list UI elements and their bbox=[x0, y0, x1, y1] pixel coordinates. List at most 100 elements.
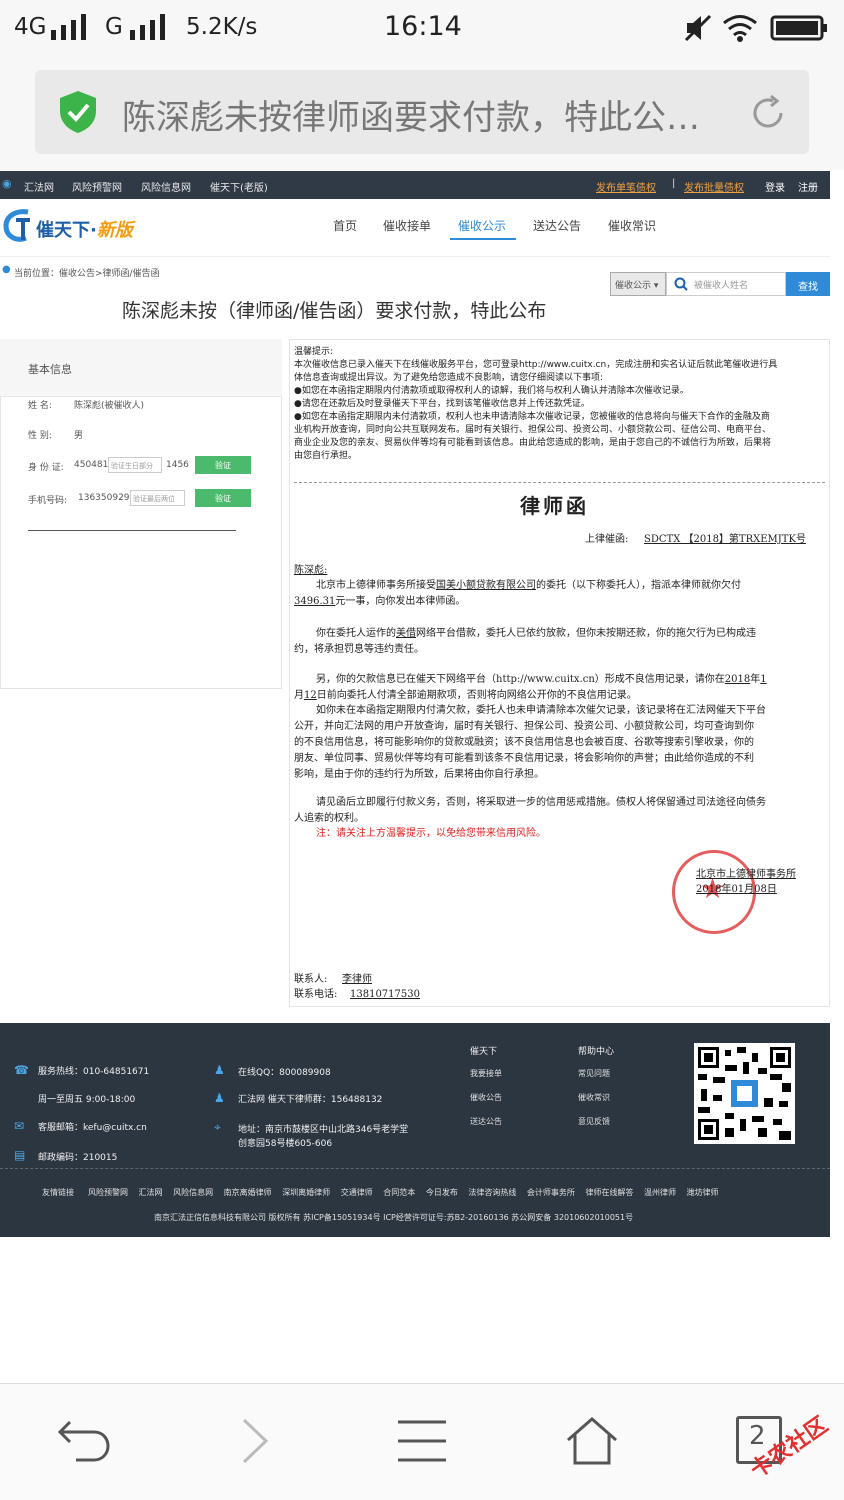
phone-icon: ☎ bbox=[14, 1063, 29, 1077]
footer-group: 汇法网 催天下律师群：156488132 bbox=[238, 1095, 383, 1105]
search-icon bbox=[674, 277, 688, 291]
battery-icon bbox=[770, 15, 827, 41]
footer-address-2: 创意园58号楼605-606 bbox=[238, 1139, 333, 1149]
qr-code-icon bbox=[698, 1047, 791, 1140]
letter-paragraph-4: 如你未在本函指定期限内付清欠款，委托人也未申请清除本次催欠记录，该记录将在汇法网… bbox=[294, 705, 766, 780]
dotted-divider bbox=[294, 482, 825, 483]
friend-link[interactable]: 温州律师 bbox=[644, 1188, 676, 1197]
nav-home[interactable]: 首页 bbox=[333, 217, 357, 234]
notice-line: 业机构开放查询，同时向公共互联网发布。届时有关银行、担保公司、投资公司、小额贷款… bbox=[294, 425, 772, 435]
name-label: 姓 名: bbox=[28, 401, 52, 411]
friend-link[interactable]: 南京离婚律师 bbox=[224, 1188, 272, 1197]
notice-line: ●如您在本函指定期限内未付清款项，权利人也未申请清除本次催收记录，您被催收的信息… bbox=[294, 412, 770, 422]
footer-qq: 在线QQ：800089908 bbox=[238, 1068, 331, 1078]
friend-links: 风险预警网 汇法网 风险信息网 南京离婚律师 深圳离婚律师 交通律师 合同范本 … bbox=[88, 1187, 828, 1198]
basic-info-title: 基本信息 bbox=[28, 363, 72, 376]
friend-link[interactable]: 深圳离婚律师 bbox=[282, 1188, 330, 1197]
footer-link-take-order[interactable]: 我要接单 bbox=[470, 1068, 502, 1079]
home-icon[interactable] bbox=[564, 1416, 620, 1466]
friend-link[interactable]: 今日发布 bbox=[426, 1188, 458, 1197]
friend-link[interactable]: 风险预警网 bbox=[88, 1188, 128, 1197]
friend-link[interactable]: 风险信息网 bbox=[173, 1188, 213, 1197]
notice-heading: 温馨提示: bbox=[294, 347, 334, 357]
id-birthday-input[interactable]: 验证生日部分 bbox=[108, 457, 162, 473]
friend-link[interactable]: 潍坊律师 bbox=[687, 1188, 719, 1197]
reload-icon[interactable] bbox=[749, 94, 787, 132]
friend-link[interactable]: 律师在线解答 bbox=[585, 1188, 633, 1197]
divider bbox=[28, 530, 236, 531]
friend-link[interactable]: 合同范本 bbox=[383, 1188, 415, 1197]
friend-link[interactable]: 交通律师 bbox=[341, 1188, 373, 1197]
menu-icon[interactable] bbox=[396, 1418, 448, 1464]
letter-paragraph-2: 你在委托人运作的美借网络平台借款，委托人已依约放款，但你未按期还款，你的拖欠行为… bbox=[294, 628, 756, 655]
wifi-icon bbox=[723, 15, 757, 42]
footer-hotline: 服务热线：010-64851671 bbox=[38, 1067, 150, 1077]
qq-group-icon: ♟ bbox=[214, 1091, 225, 1105]
globe-icon: ◉ bbox=[2, 177, 12, 190]
letter-date: 2018年01月08日 bbox=[696, 884, 777, 895]
id-prefix: 450481 bbox=[74, 460, 109, 470]
network-type-2: G bbox=[105, 14, 123, 40]
qr-code-icon bbox=[694, 1043, 795, 1144]
page-url-title[interactable]: 陈深彪未按律师函要求付款，特此公… bbox=[122, 90, 732, 139]
logo-icon[interactable] bbox=[2, 208, 34, 244]
publish-batch-link[interactable]: 发布批量债权 bbox=[684, 179, 744, 194]
nav-collection-orders[interactable]: 催收接单 bbox=[383, 217, 431, 234]
top-link-risk-info[interactable]: 风险信息网 bbox=[141, 179, 191, 194]
qq-icon: ♟ bbox=[214, 1063, 225, 1077]
top-link-risk-warning[interactable]: 风险预警网 bbox=[72, 179, 122, 194]
footer-link-collection-notice[interactable]: 催收公告 bbox=[470, 1092, 502, 1103]
id-suffix: 1456 bbox=[166, 460, 189, 470]
nav-collection-notice[interactable]: 催收公示 bbox=[458, 217, 506, 234]
location-pin-icon: ● bbox=[2, 264, 11, 275]
login-link[interactable]: 登录 bbox=[765, 179, 785, 194]
footer-col2-title: 帮助中心 bbox=[578, 1047, 615, 1057]
register-link[interactable]: 注册 bbox=[798, 179, 818, 194]
notice-line: ●请您在还款后及时登录催天下平台，找到该笔催收信息并上传还款凭证。 bbox=[294, 399, 590, 409]
footer-zipcode: 邮政编码：210015 bbox=[38, 1153, 118, 1163]
footer-link-knowledge[interactable]: 催收常识 bbox=[578, 1092, 610, 1103]
footer-email: 客服邮箱：kefu@cuitx.cn bbox=[38, 1123, 147, 1133]
notice-line: 本次催收信息已录入催天下在线催收服务平台，您可登录http://www.cuit… bbox=[294, 360, 778, 370]
phone-label: 手机号码: bbox=[28, 496, 68, 506]
friend-link[interactable]: 法律咨询热线 bbox=[468, 1188, 516, 1197]
signal-icon bbox=[51, 14, 86, 40]
letter-paragraph-3: 另，你的欠款信息已在催天下网络平台（http://www.cuitx.cn）形成… bbox=[294, 674, 767, 701]
letter-warning: 注：请关注上方温馨提示，以免给您带来信用风险。 bbox=[316, 828, 546, 839]
search-button[interactable]: 查找 bbox=[786, 272, 830, 296]
page-title: 陈深彪未按（律师函/催告函）要求付款，特此公布 bbox=[122, 300, 547, 322]
footer-link-service-notice[interactable]: 送达公告 bbox=[470, 1116, 502, 1127]
phone-digits-input[interactable]: 验证最后两位 bbox=[130, 490, 185, 506]
copyright: 南京汇法正信信息科技有限公司 版权所有 苏ICP备15051934号 ICP经营… bbox=[154, 1213, 634, 1222]
letter-addressee: 陈深彪: bbox=[294, 565, 328, 576]
nav-service-notice[interactable]: 送达公告 bbox=[533, 217, 581, 234]
postcode-icon: ▤ bbox=[14, 1148, 26, 1162]
network-type-1: 4G bbox=[14, 14, 47, 40]
gender-value: 男 bbox=[74, 431, 84, 441]
back-icon[interactable] bbox=[56, 1416, 112, 1464]
nav-collection-knowledge[interactable]: 催收常识 bbox=[608, 217, 656, 234]
forward-icon[interactable] bbox=[238, 1416, 272, 1466]
signal-icon bbox=[130, 14, 165, 40]
notice-line: ●如您在本函指定期限内付清款项或取得权利人的谅解，我们将与权利人确认并清除本次催… bbox=[294, 386, 689, 396]
verify-phone-button[interactable]: 验证 bbox=[195, 489, 251, 507]
network-speed: 5.2K/s bbox=[186, 14, 258, 40]
friend-link[interactable]: 汇法网 bbox=[139, 1188, 163, 1197]
notice-line: 商业企业及您的亲友、贸易伙伴等均有可能看到该信息。由此给您造成的影响，是由于您自… bbox=[294, 438, 772, 448]
mail-icon: ✉ bbox=[14, 1119, 25, 1133]
notice-line: 体信息查询或提出异议。为了避免给您造成不良影响，请您仔细阅读以下事项: bbox=[294, 373, 604, 383]
notice-line: 由您自行承担。 bbox=[294, 451, 358, 461]
top-link-huifa[interactable]: 汇法网 bbox=[24, 179, 54, 194]
friend-link[interactable]: 会计师事务所 bbox=[527, 1188, 575, 1197]
location-icon: ⌖ bbox=[214, 1120, 221, 1134]
footer-divider bbox=[0, 1168, 830, 1169]
footer-link-faq[interactable]: 常见问题 bbox=[578, 1068, 610, 1079]
publish-single-link[interactable]: 发布单笔债权 bbox=[596, 179, 656, 194]
top-link-old-version[interactable]: 催天下(老版) bbox=[210, 179, 268, 194]
verify-id-button[interactable]: 验证 bbox=[195, 456, 251, 474]
footer-link-feedback[interactable]: 意见反馈 bbox=[578, 1116, 610, 1127]
contact-phone-label: 联系电话: bbox=[294, 989, 338, 1000]
search-category-select[interactable]: 催收公示 ▾ bbox=[610, 272, 666, 296]
gender-label: 性 别: bbox=[28, 431, 52, 441]
site-logo[interactable]: 催天下·新版 bbox=[36, 216, 133, 242]
